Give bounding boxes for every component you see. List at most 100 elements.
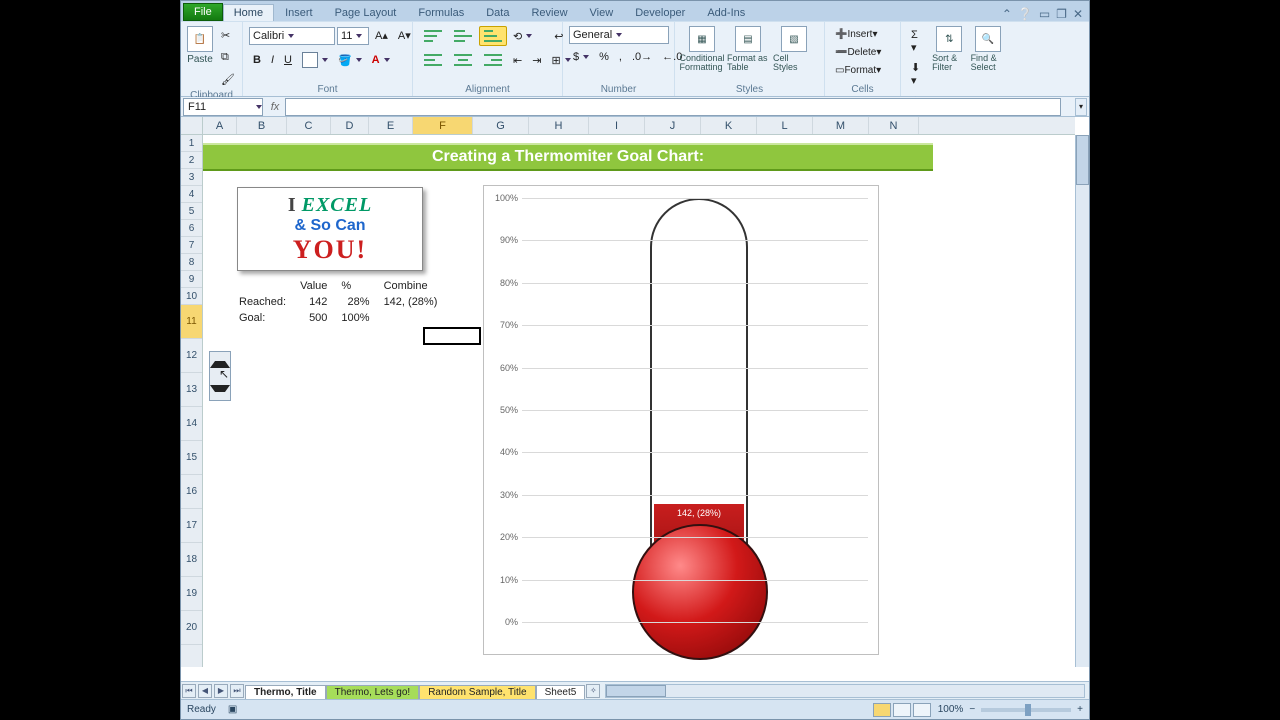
align-top-button[interactable] xyxy=(419,26,447,46)
restore-icon[interactable]: ❐ xyxy=(1056,7,1067,21)
row-header[interactable]: 18 xyxy=(181,543,202,577)
column-header[interactable]: A xyxy=(203,117,237,134)
copy-button[interactable]: ⧉ xyxy=(217,48,239,68)
delete-cells-button[interactable]: ➖ Delete ▾ xyxy=(831,44,885,61)
normal-view-button[interactable] xyxy=(873,703,891,717)
row-header[interactable]: 1 xyxy=(181,135,202,152)
row-header[interactable]: 7 xyxy=(181,237,202,254)
percent-button[interactable]: % xyxy=(595,48,613,66)
spin-button-control[interactable] xyxy=(209,351,231,401)
conditional-formatting-button[interactable]: ▦Conditional Formatting xyxy=(681,26,723,72)
minimize-ribbon-icon[interactable]: ⌃ xyxy=(1002,7,1012,21)
zoom-out-button[interactable]: − xyxy=(969,704,975,715)
sheet-tab[interactable]: Sheet5 xyxy=(536,685,586,699)
sheet-nav-next[interactable]: ▶ xyxy=(214,684,228,698)
sheet-tab[interactable]: Thermo, Title xyxy=(245,685,326,699)
spin-up-button[interactable] xyxy=(210,352,230,376)
grow-font-button[interactable]: A▴ xyxy=(371,26,392,45)
macro-record-icon[interactable]: ▣ xyxy=(228,704,237,715)
column-header[interactable]: M xyxy=(813,117,869,134)
row-header[interactable]: 16 xyxy=(181,475,202,509)
tab-developer[interactable]: Developer xyxy=(624,4,696,21)
column-headers[interactable]: ABCDEFGHIJKLMN xyxy=(203,117,1075,135)
increase-decimal-button[interactable]: .0→ xyxy=(628,48,656,66)
close-icon[interactable]: ✕ xyxy=(1073,7,1083,21)
sheet-nav-last[interactable]: ⏭ xyxy=(230,684,244,698)
worksheet-grid[interactable]: ABCDEFGHIJKLMN 1234567891011121314151617… xyxy=(181,117,1089,681)
format-as-table-button[interactable]: ▤Format as Table xyxy=(727,26,769,72)
tab-view[interactable]: View xyxy=(579,4,625,21)
sheet-nav-first[interactable]: ⏮ xyxy=(182,684,196,698)
page-break-view-button[interactable] xyxy=(913,703,931,717)
font-color-button[interactable]: A xyxy=(368,51,394,69)
tab-file[interactable]: File xyxy=(183,3,223,21)
formula-input[interactable] xyxy=(285,98,1061,116)
column-header[interactable]: F xyxy=(413,117,473,134)
paste-button[interactable]: 📋 Paste xyxy=(187,26,213,65)
tab-review[interactable]: Review xyxy=(520,4,578,21)
row-header[interactable]: 13 xyxy=(181,373,202,407)
spin-down-button[interactable] xyxy=(210,376,230,400)
row-header[interactable]: 8 xyxy=(181,254,202,271)
page-layout-view-button[interactable] xyxy=(893,703,911,717)
column-header[interactable]: E xyxy=(369,117,413,134)
help-icon[interactable]: ❔ xyxy=(1018,7,1033,21)
scroll-thumb[interactable] xyxy=(1076,135,1089,185)
align-middle-button[interactable] xyxy=(449,26,477,46)
row-header[interactable]: 15 xyxy=(181,441,202,475)
decrease-indent-button[interactable]: ⇤ xyxy=(509,51,526,70)
currency-button[interactable]: $ xyxy=(569,48,593,66)
row-header[interactable]: 17 xyxy=(181,509,202,543)
sheet-tab[interactable]: Random Sample, Title xyxy=(419,685,535,699)
row-header[interactable]: 12 xyxy=(181,339,202,373)
column-header[interactable]: K xyxy=(701,117,757,134)
zoom-slider[interactable] xyxy=(981,708,1071,712)
italic-button[interactable]: I xyxy=(267,51,278,69)
shrink-font-button[interactable]: A▾ xyxy=(394,26,415,45)
row-header[interactable]: 5 xyxy=(181,203,202,220)
column-header[interactable]: D xyxy=(331,117,369,134)
underline-button[interactable]: U xyxy=(280,51,296,69)
horizontal-scrollbar[interactable] xyxy=(605,684,1085,698)
sheet-nav-prev[interactable]: ◀ xyxy=(198,684,212,698)
format-cells-button[interactable]: ▭ Format ▾ xyxy=(831,62,885,79)
insert-cells-button[interactable]: ➕ Insert ▾ xyxy=(831,26,882,43)
row-header[interactable]: 2 xyxy=(181,152,202,169)
vertical-scrollbar[interactable] xyxy=(1075,135,1089,667)
cut-button[interactable]: ✂ xyxy=(217,26,239,46)
bold-button[interactable]: B xyxy=(249,51,265,69)
fill-color-button[interactable]: 🪣 xyxy=(334,51,366,70)
zoom-in-button[interactable]: + xyxy=(1077,704,1083,715)
align-left-button[interactable] xyxy=(419,50,447,70)
select-all-corner[interactable] xyxy=(181,117,203,135)
cell-styles-button[interactable]: ▧Cell Styles xyxy=(773,26,815,72)
row-header[interactable]: 10 xyxy=(181,288,202,305)
row-header[interactable]: 9 xyxy=(181,271,202,288)
tab-formulas[interactable]: Formulas xyxy=(407,4,475,21)
align-center-button[interactable] xyxy=(449,50,477,70)
align-right-button[interactable] xyxy=(479,50,507,70)
row-header[interactable]: 4 xyxy=(181,186,202,203)
orientation-button[interactable]: ⟲ xyxy=(509,27,536,46)
increase-indent-button[interactable]: ⇥ xyxy=(528,51,545,70)
format-painter-button[interactable]: 🖌 xyxy=(217,70,239,90)
zoom-level[interactable]: 100% xyxy=(938,704,964,715)
minimize-icon[interactable]: ▭ xyxy=(1039,7,1050,21)
row-header[interactable]: 20 xyxy=(181,611,202,645)
border-button[interactable] xyxy=(298,49,332,71)
slider-knob[interactable] xyxy=(1025,704,1031,716)
autosum-button[interactable]: Σ ▾ xyxy=(907,26,928,57)
name-box[interactable]: F11 xyxy=(183,98,263,116)
align-bottom-button[interactable] xyxy=(479,26,507,46)
column-header[interactable]: C xyxy=(287,117,331,134)
column-header[interactable]: G xyxy=(473,117,529,134)
tab-addins[interactable]: Add-Ins xyxy=(696,4,756,21)
thermometer-chart[interactable]: 142, (28%) 0%10%20%30%40%50%60%70%80%90%… xyxy=(483,185,879,655)
number-format-combo[interactable]: General xyxy=(569,26,669,44)
find-select-button[interactable]: 🔍Find & Select xyxy=(971,26,1005,72)
cells-area[interactable]: Creating a Thermomiter Goal Chart: I EXC… xyxy=(203,135,1075,667)
sheet-tab[interactable]: Thermo, Lets go! xyxy=(326,685,420,699)
fill-button[interactable]: ⬇ ▾ xyxy=(907,58,928,90)
row-headers[interactable]: 1234567891011121314151617181920 xyxy=(181,135,203,667)
tab-data[interactable]: Data xyxy=(475,4,520,21)
